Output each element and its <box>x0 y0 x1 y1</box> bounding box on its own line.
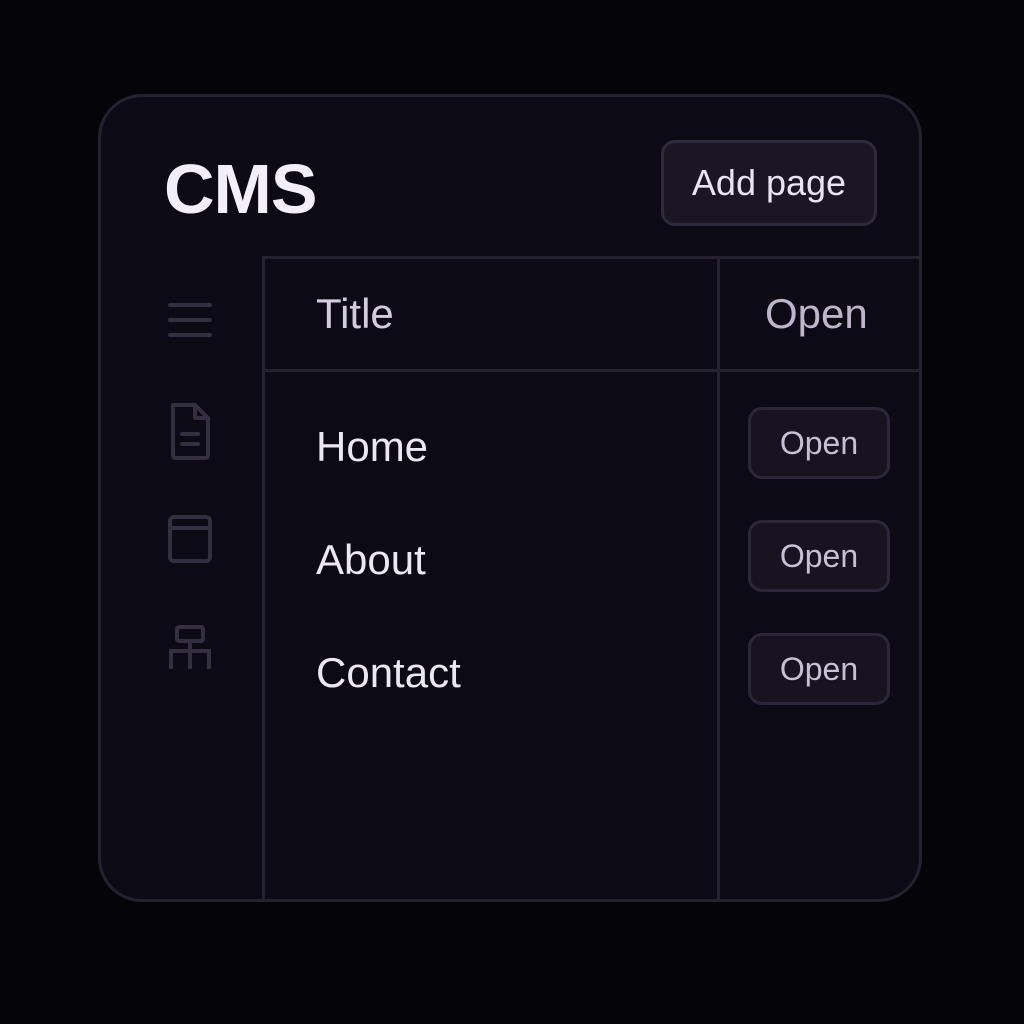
table-row: About Open <box>265 520 919 600</box>
menu-icon[interactable] <box>165 291 215 351</box>
sidebar <box>101 256 262 899</box>
cms-window: CMS Add page Title Open Home Open About … <box>98 94 922 902</box>
document-icon[interactable] <box>165 401 215 461</box>
page-title-cell: About <box>316 536 426 583</box>
page-title-cell: Contact <box>316 649 461 696</box>
open-column-header: Open <box>765 290 868 337</box>
table-row: Home Open <box>265 407 919 487</box>
add-page-button[interactable]: Add page <box>661 140 877 226</box>
table-row: Contact Open <box>265 633 919 713</box>
page-title-cell: Home <box>316 423 429 470</box>
title-column-header: Title <box>316 290 394 337</box>
table-header: Title Open <box>265 259 919 372</box>
pages-table: Title Open Home Open About Open Contact … <box>262 256 919 899</box>
app-title: CMS <box>164 150 318 228</box>
open-button[interactable]: Open <box>748 520 890 592</box>
sitemap-icon[interactable] <box>165 621 215 681</box>
open-button[interactable]: Open <box>748 407 890 479</box>
layout-icon[interactable] <box>165 511 215 571</box>
open-button[interactable]: Open <box>748 633 890 705</box>
